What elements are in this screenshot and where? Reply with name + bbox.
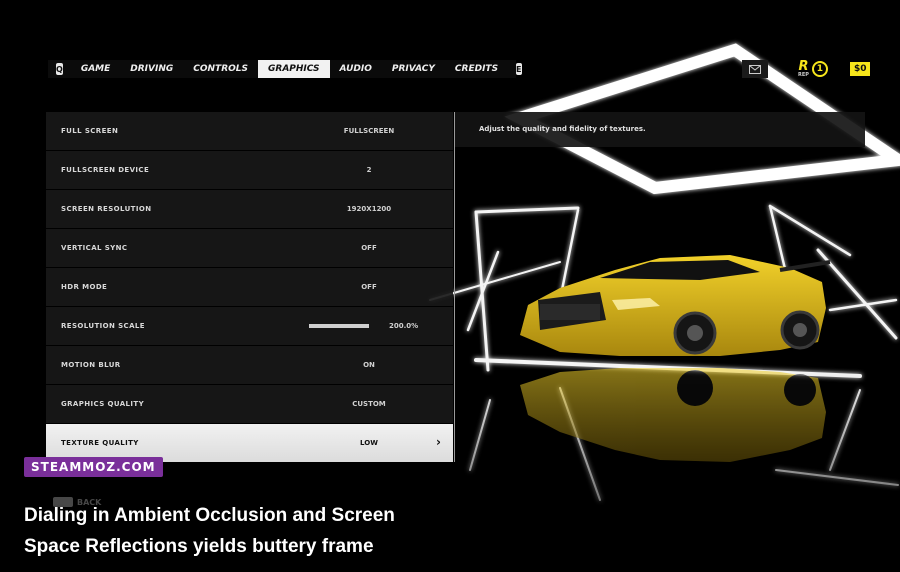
cash-badge: $0 [849, 62, 871, 76]
setting-label: FULL SCREEN [61, 127, 119, 135]
setting-value: FULLSCREEN [343, 127, 395, 135]
graphics-settings-list: FULL SCREEN FULLSCREEN FULLSCREEN DEVICE 2 S… [46, 112, 453, 463]
setting-value: ON [363, 361, 375, 369]
game-screen: Q GAME DRIVING CONTROLS GRAPHICS AUDIO PRIVAC… [0, 0, 900, 572]
tab-game[interactable]: GAME [71, 60, 120, 78]
setting-description-panel: Adjust the quality and fidelity of textu… [455, 112, 865, 147]
tab-controls[interactable]: CONTROLS [183, 60, 258, 78]
watermark-badge: STEAMMOZ.COM [24, 457, 163, 477]
setting-label: HDR MODE [61, 283, 108, 291]
setting-row-vertical-sync[interactable]: VERTICAL SYNC OFF [46, 229, 453, 267]
setting-value: 200.0% [389, 322, 419, 330]
next-tab-key[interactable]: E [516, 63, 522, 75]
tab-privacy[interactable]: PRIVACY [382, 60, 445, 78]
rep-level: 1 [811, 61, 828, 77]
setting-row-hdr-mode[interactable]: HDR MODE OFF [46, 268, 453, 306]
setting-label: FULLSCREEN DEVICE [61, 166, 150, 174]
top-tab-bar: Q GAME DRIVING CONTROLS GRAPHICS AUDIO PRIVAC… [48, 60, 522, 78]
setting-row-fullscreen-device[interactable]: FULLSCREEN DEVICE 2 [46, 151, 453, 189]
setting-label: SCREEN RESOLUTION [61, 205, 152, 213]
setting-description: Adjust the quality and fidelity of textu… [479, 125, 646, 133]
setting-value: 1920X1200 [346, 205, 392, 213]
setting-value: CUSTOM [352, 400, 386, 408]
resolution-scale-slider[interactable] [309, 324, 369, 328]
setting-label: TEXTURE QUALITY [61, 439, 139, 447]
slider-fill [309, 324, 369, 328]
hud-status: R REP 1 $0 [742, 60, 871, 78]
setting-value: OFF [361, 283, 377, 291]
setting-row-graphics-quality[interactable]: GRAPHICS QUALITY CUSTOM [46, 385, 453, 423]
setting-label: VERTICAL SYNC [61, 244, 128, 252]
tab-audio[interactable]: AUDIO [330, 60, 382, 78]
mail-icon [749, 64, 761, 74]
setting-label: MOTION BLUR [61, 361, 121, 369]
panel-divider [454, 112, 455, 462]
setting-label: RESOLUTION SCALE [61, 322, 145, 330]
chevron-right-icon[interactable]: › [436, 435, 441, 449]
rep-sub: REP [798, 72, 809, 78]
setting-row-screen-resolution[interactable]: SCREEN RESOLUTION 1920X1200 [46, 190, 453, 228]
setting-value: 2 [366, 166, 372, 174]
tab-graphics[interactable]: GRAPHICS [258, 60, 330, 78]
setting-row-resolution-scale[interactable]: RESOLUTION SCALE 200.0% [46, 307, 453, 345]
setting-label: GRAPHICS QUALITY [61, 400, 145, 408]
rep-indicator: R REP 1 [798, 60, 828, 78]
setting-row-full-screen[interactable]: FULL SCREEN FULLSCREEN [46, 112, 453, 150]
setting-row-motion-blur[interactable]: MOTION BLUR ON [46, 346, 453, 384]
setting-value: LOW [360, 439, 378, 447]
tab-credits[interactable]: CREDITS [445, 60, 508, 78]
article-caption: Dialing in Ambient Occlusion and Screen … [24, 505, 395, 557]
mail-button[interactable] [742, 60, 768, 78]
prev-tab-key[interactable]: Q [56, 63, 63, 75]
setting-value: OFF [361, 244, 377, 252]
tab-driving[interactable]: DRIVING [120, 60, 183, 78]
